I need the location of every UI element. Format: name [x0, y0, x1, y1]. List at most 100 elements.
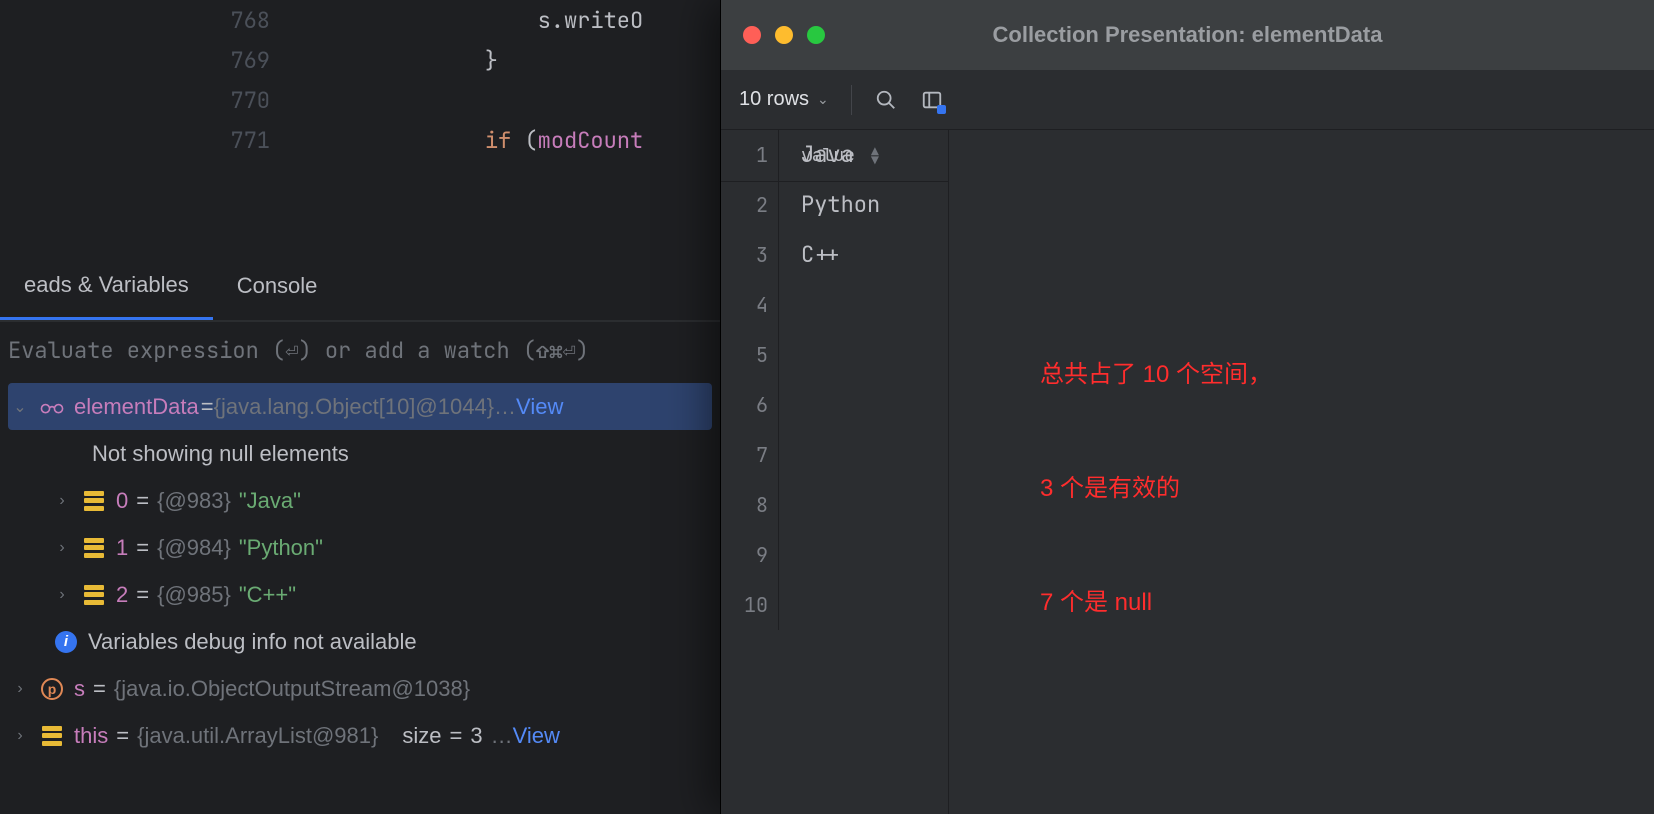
equals-sign: = [201, 394, 214, 420]
var-index: 1 [116, 535, 128, 561]
glasses-icon [38, 399, 66, 415]
var-ref: {@983} [157, 488, 231, 514]
ellipsis: … [494, 394, 516, 420]
var-item-1[interactable]: › 1 = {@984} "Python" [0, 524, 720, 571]
table-row[interactable]: 4 [721, 280, 1654, 330]
table-row[interactable]: 10 [721, 580, 1654, 630]
chevron-right-icon[interactable]: › [52, 539, 72, 557]
table-row[interactable]: 8 [721, 480, 1654, 530]
var-value: {java.util.ArrayList@981} [137, 723, 378, 749]
object-icon [38, 726, 66, 746]
line-number: 768 [0, 6, 300, 35]
popup-toolbar: 10 rows ⌄ [721, 70, 1654, 130]
cell-value[interactable]: Python [779, 180, 880, 230]
cell-value[interactable] [779, 330, 801, 380]
table-row[interactable]: 1Java [721, 130, 1654, 180]
line-number: 770 [0, 86, 300, 115]
table-row[interactable]: 6 [721, 380, 1654, 430]
maximize-button[interactable] [807, 26, 825, 44]
table-row[interactable]: 9 [721, 530, 1654, 580]
var-this[interactable]: › this = {java.util.ArrayList@981} size … [0, 712, 720, 759]
table-row[interactable]: 3C++ [721, 230, 1654, 280]
table-row[interactable]: 7 [721, 430, 1654, 480]
debug-info-note: i Variables debug info not available [0, 618, 720, 665]
var-name: this [74, 723, 108, 749]
evaluate-expression-input[interactable]: Evaluate expression (⏎) or add a watch (… [0, 322, 720, 379]
debug-tabbar: eads & Variables Console [0, 252, 720, 322]
param-icon: p [38, 678, 66, 700]
object-icon [80, 491, 108, 511]
ellipsis: … [491, 723, 513, 749]
chevron-right-icon[interactable]: › [52, 586, 72, 604]
cell-value[interactable] [779, 280, 801, 330]
grid-body[interactable]: 1Java2Python3C++45678910 [721, 130, 1654, 630]
code-line: s.writeO [300, 6, 643, 35]
var-extra-name: size [402, 723, 441, 749]
cell-value[interactable] [779, 380, 801, 430]
debug-panel: eads & Variables Console Evaluate expres… [0, 252, 720, 814]
separator [851, 85, 852, 115]
row-index: 10 [721, 580, 779, 630]
line-number: 769 [0, 46, 300, 75]
chevron-right-icon[interactable]: › [10, 727, 30, 745]
cell-value[interactable] [779, 480, 801, 530]
row-index: 3 [721, 230, 779, 280]
variables-tree[interactable]: ⌄ elementData = {java.lang.Object[10]@10… [0, 379, 720, 763]
line-number: 771 [0, 126, 300, 155]
cell-value[interactable] [779, 430, 801, 480]
var-index: 2 [116, 582, 128, 608]
row-index: 8 [721, 480, 779, 530]
cell-value[interactable]: C++ [779, 230, 841, 280]
var-s[interactable]: › p s = {java.io.ObjectOutputStream@1038… [0, 665, 720, 712]
chevron-right-icon[interactable]: › [10, 680, 30, 698]
cell-value[interactable]: Java [779, 130, 854, 180]
cell-value[interactable] [779, 530, 801, 580]
window-title: Collection Presentation: elementData [721, 22, 1654, 48]
close-button[interactable] [743, 26, 761, 44]
window-titlebar[interactable]: Collection Presentation: elementData [721, 0, 1654, 70]
row-index: 9 [721, 530, 779, 580]
code-line: if (modCount [300, 126, 643, 155]
var-item-2[interactable]: › 2 = {@985} "C++" [0, 571, 720, 618]
rows-dropdown[interactable]: 10 rows ⌄ [739, 88, 829, 111]
var-ref: {@984} [157, 535, 231, 561]
info-icon: i [52, 631, 80, 653]
cell-value[interactable] [779, 580, 801, 630]
code-line: } [300, 46, 498, 75]
minimize-button[interactable] [775, 26, 793, 44]
var-index: 0 [116, 488, 128, 514]
tab-threads-variables[interactable]: eads & Variables [0, 252, 213, 320]
var-extra-value: 3 [470, 723, 482, 749]
table-row[interactable]: 2Python [721, 180, 1654, 230]
var-value: {java.lang.Object[10]@1044} [214, 394, 494, 420]
traffic-lights [743, 26, 825, 44]
object-icon [80, 538, 108, 558]
chevron-right-icon[interactable]: › [52, 492, 72, 510]
row-index: 2 [721, 180, 779, 230]
tab-console[interactable]: Console [213, 252, 342, 320]
view-link[interactable]: View [513, 723, 560, 749]
filter-active-dot [937, 105, 946, 114]
var-name: s [74, 676, 85, 702]
object-icon [80, 585, 108, 605]
chevron-down-icon: ⌄ [817, 91, 829, 108]
var-string: "Java" [239, 488, 301, 514]
chevron-down-icon[interactable]: ⌄ [10, 397, 30, 417]
var-string: "Python" [239, 535, 323, 561]
row-index: 5 [721, 330, 779, 380]
view-link[interactable]: View [516, 394, 563, 420]
var-ref: {@985} [157, 582, 231, 608]
var-elementData[interactable]: ⌄ elementData = {java.lang.Object[10]@10… [8, 383, 712, 430]
columns-filter-icon[interactable] [920, 88, 944, 112]
row-index: 1 [721, 130, 779, 180]
row-index: 6 [721, 380, 779, 430]
search-icon[interactable] [874, 88, 898, 112]
table-row[interactable]: 5 [721, 330, 1654, 380]
var-name: elementData [74, 394, 199, 420]
var-item-0[interactable]: › 0 = {@983} "Java" [0, 477, 720, 524]
var-string: "C++" [239, 582, 296, 608]
collection-popup: Collection Presentation: elementData 10 … [720, 0, 1654, 814]
row-index: 4 [721, 280, 779, 330]
null-note: Not showing null elements [0, 430, 720, 477]
var-value: {java.io.ObjectOutputStream@1038} [114, 676, 470, 702]
